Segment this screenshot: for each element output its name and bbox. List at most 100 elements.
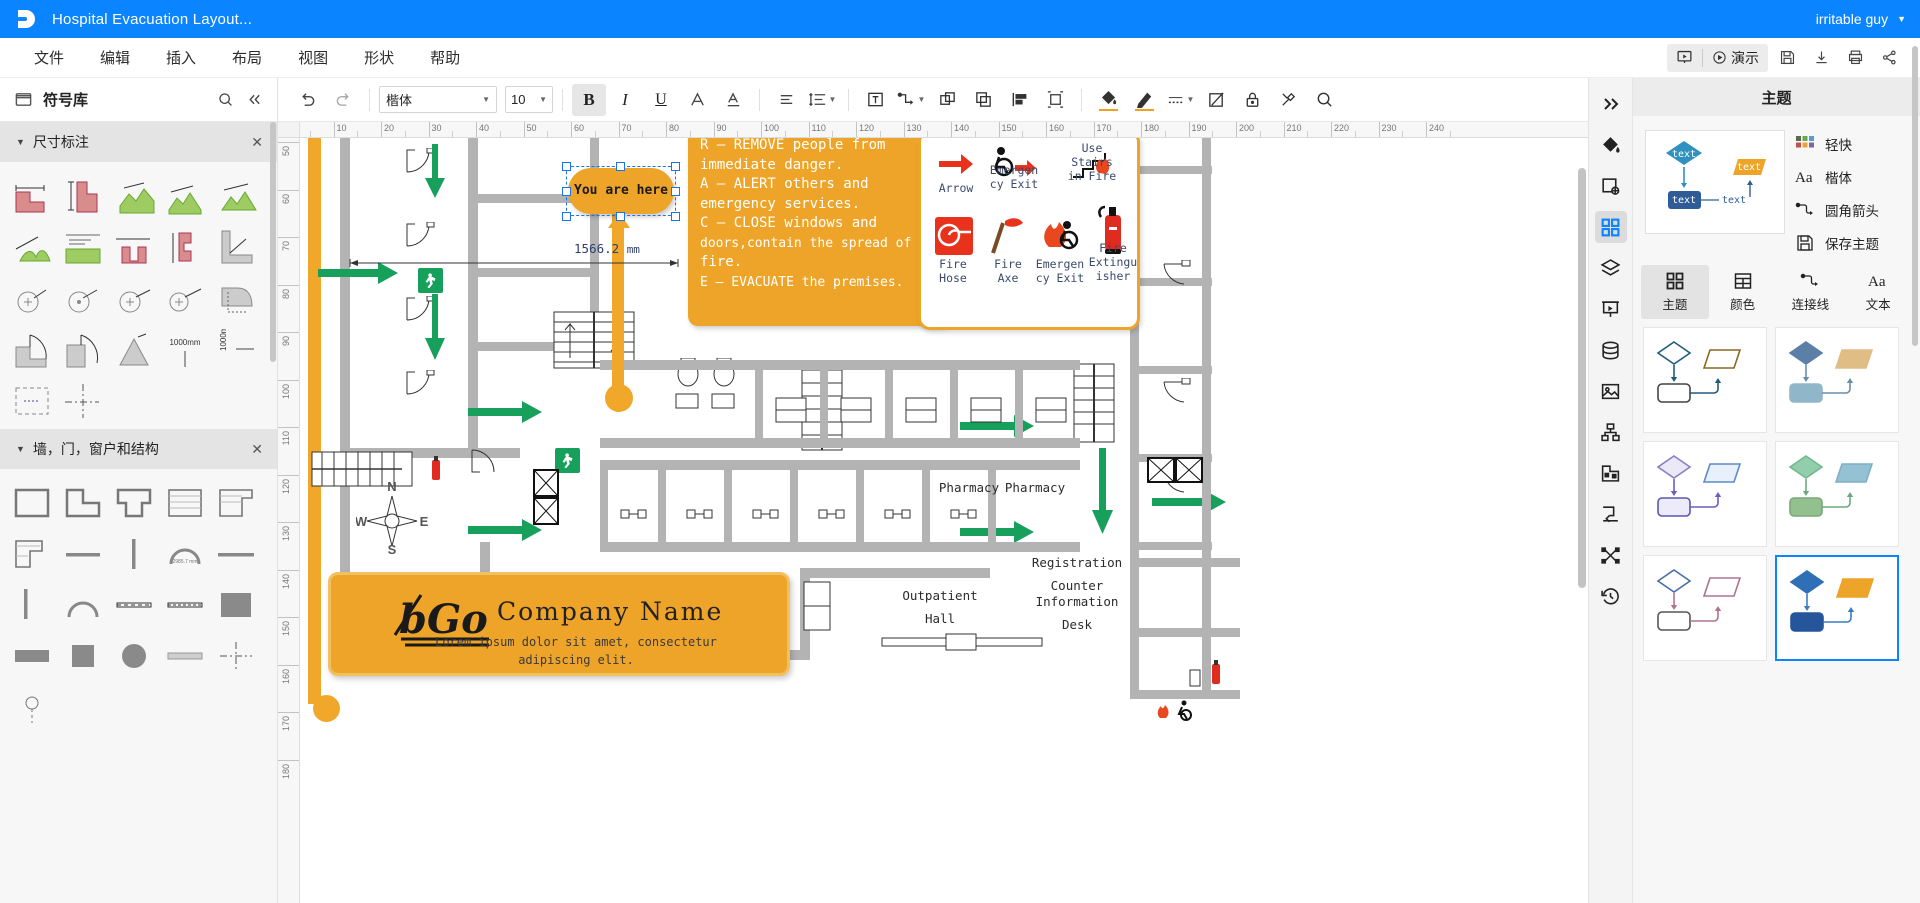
shape-item[interactable] <box>7 683 56 730</box>
shape-item[interactable] <box>7 479 56 526</box>
shape-item[interactable] <box>109 581 158 628</box>
slideshow-button[interactable] <box>1667 44 1702 72</box>
shape-item[interactable] <box>7 223 56 270</box>
expand-panel-icon[interactable] <box>1595 88 1627 120</box>
theme-font-option[interactable]: Aa 楷体 <box>1795 167 1908 187</box>
search-icon[interactable] <box>217 91 234 108</box>
close-icon[interactable]: ✕ <box>251 134 263 151</box>
shape-item[interactable] <box>109 325 158 372</box>
menu-help[interactable]: 帮助 <box>412 47 478 68</box>
tab-text[interactable]: Aa 文本 <box>1844 265 1912 319</box>
shape-settings-icon[interactable] <box>1595 170 1627 202</box>
theme-thumb-blue-tan[interactable] <box>1775 327 1899 433</box>
shape-item[interactable]: 1000mm <box>160 325 209 372</box>
theme-thumb-purple[interactable] <box>1643 441 1767 547</box>
bold-button[interactable]: B <box>572 83 606 116</box>
lock-icon[interactable] <box>1235 84 1269 116</box>
align-icon[interactable] <box>769 84 803 116</box>
duplicate-icon[interactable] <box>966 84 1000 116</box>
layers-icon[interactable] <box>1595 252 1627 284</box>
connector-icon[interactable]: ▼ <box>894 84 928 116</box>
tools-icon[interactable] <box>1271 84 1305 116</box>
shape-item[interactable] <box>58 274 107 321</box>
shape-item[interactable] <box>160 479 209 526</box>
shuffle-icon[interactable] <box>1595 539 1627 571</box>
font-family-select[interactable]: 楷体 ▼ <box>379 86 497 113</box>
theme-thumb-pastel[interactable] <box>1643 555 1767 661</box>
shape-item[interactable] <box>7 632 56 679</box>
menu-edit[interactable]: 编辑 <box>82 47 148 68</box>
theme-thumb-navy-orange[interactable] <box>1775 555 1899 661</box>
shape-item[interactable] <box>109 172 158 219</box>
shape-item[interactable] <box>7 274 56 321</box>
theme-panel-scrollbar[interactable] <box>1912 46 1918 346</box>
share-icon[interactable] <box>1874 44 1904 72</box>
fill-bucket-icon[interactable] <box>1595 129 1627 161</box>
shape-item[interactable]: 2985.7 mm <box>160 530 209 577</box>
theme-connector-option[interactable]: 圆角箭头 <box>1795 200 1908 220</box>
tab-color[interactable]: 颜色 <box>1709 265 1777 319</box>
menu-view[interactable]: 视图 <box>280 47 346 68</box>
shape-item[interactable] <box>7 581 56 628</box>
shape-item[interactable] <box>7 376 56 423</box>
container-icon[interactable] <box>1595 498 1627 530</box>
edit-shape-icon[interactable] <box>1199 84 1233 116</box>
align-objects-icon[interactable] <box>1002 84 1036 116</box>
theme-grid-icon[interactable] <box>1594 211 1627 243</box>
undo-icon[interactable] <box>290 84 324 116</box>
presentation-icon[interactable] <box>1595 293 1627 325</box>
selection-handle[interactable] <box>562 212 571 221</box>
line-style-icon[interactable]: ▼ <box>1163 84 1197 116</box>
search-icon[interactable] <box>1307 84 1341 116</box>
vertical-ruler[interactable]: 50 60 70 80 90 100 110 120 130 140 150 160 170 180 <box>278 138 300 903</box>
history-icon[interactable] <box>1595 580 1627 612</box>
database-icon[interactable] <box>1595 334 1627 366</box>
shape-item[interactable] <box>58 632 107 679</box>
shape-item[interactable] <box>58 581 107 628</box>
line-spacing-icon[interactable]: ▼ <box>805 84 839 116</box>
shape-item[interactable] <box>7 325 56 372</box>
library-scrollbar[interactable] <box>270 122 276 362</box>
shape-item[interactable] <box>211 479 260 526</box>
save-theme-option[interactable]: 保存主题 <box>1795 233 1908 253</box>
shape-item[interactable] <box>160 223 209 270</box>
fire-safety-legend-box[interactable]: Arrow Emergen cy Exit Use Stairs in Fire <box>918 138 1140 330</box>
canvas-vscrollbar[interactable] <box>1578 168 1586 903</box>
shape-item[interactable] <box>7 530 56 577</box>
font-color-icon[interactable] <box>680 84 714 116</box>
shape-item[interactable] <box>211 632 260 679</box>
redo-icon[interactable] <box>326 84 360 116</box>
race-procedure-box[interactable]: R – REMOVE people from immediate danger.… <box>688 138 950 326</box>
group-icon[interactable] <box>930 84 964 116</box>
selection-handle[interactable] <box>562 187 571 196</box>
shape-item[interactable] <box>160 581 209 628</box>
theme-style-option[interactable]: 轻快 <box>1795 134 1908 154</box>
tab-theme[interactable]: 主题 <box>1641 265 1709 319</box>
menu-insert[interactable]: 插入 <box>148 47 214 68</box>
shape-item[interactable] <box>211 530 260 577</box>
close-icon[interactable]: ✕ <box>251 441 263 458</box>
shape-item[interactable] <box>58 479 107 526</box>
user-menu[interactable]: irritable guy <box>1816 11 1888 27</box>
font-size-select[interactable]: 10 ▼ <box>505 86 553 113</box>
shape-item[interactable] <box>7 172 56 219</box>
floorplan-icon[interactable] <box>1595 457 1627 489</box>
shape-item[interactable] <box>160 632 209 679</box>
menu-shape[interactable]: 形状 <box>346 47 412 68</box>
group-dimension[interactable]: ▼ 尺寸标注 ✕ <box>0 122 277 162</box>
shape-item[interactable] <box>160 172 209 219</box>
shape-item[interactable] <box>211 223 260 270</box>
theme-thumb-green[interactable] <box>1775 441 1899 547</box>
shape-item[interactable] <box>109 274 158 321</box>
library-scroll-area[interactable]: ▼ 尺寸标注 ✕ 1000mm 1000mm ▼ 墙，门，窗户和结构 ✕ 298… <box>0 122 277 903</box>
underline-button[interactable]: U <box>644 84 678 116</box>
print-icon[interactable] <box>1840 44 1870 72</box>
chevron-down-icon[interactable]: ▼ <box>1897 14 1906 24</box>
double-chevron-left-icon[interactable] <box>246 91 263 108</box>
image-icon[interactable] <box>1595 375 1627 407</box>
horizontal-ruler[interactable]: 0102030405060708090100110120130140150160… <box>300 122 1588 138</box>
italic-button[interactable]: I <box>608 84 642 116</box>
distribute-icon[interactable] <box>1038 84 1072 116</box>
save-icon[interactable] <box>1772 44 1802 72</box>
text-box-icon[interactable] <box>858 84 892 116</box>
